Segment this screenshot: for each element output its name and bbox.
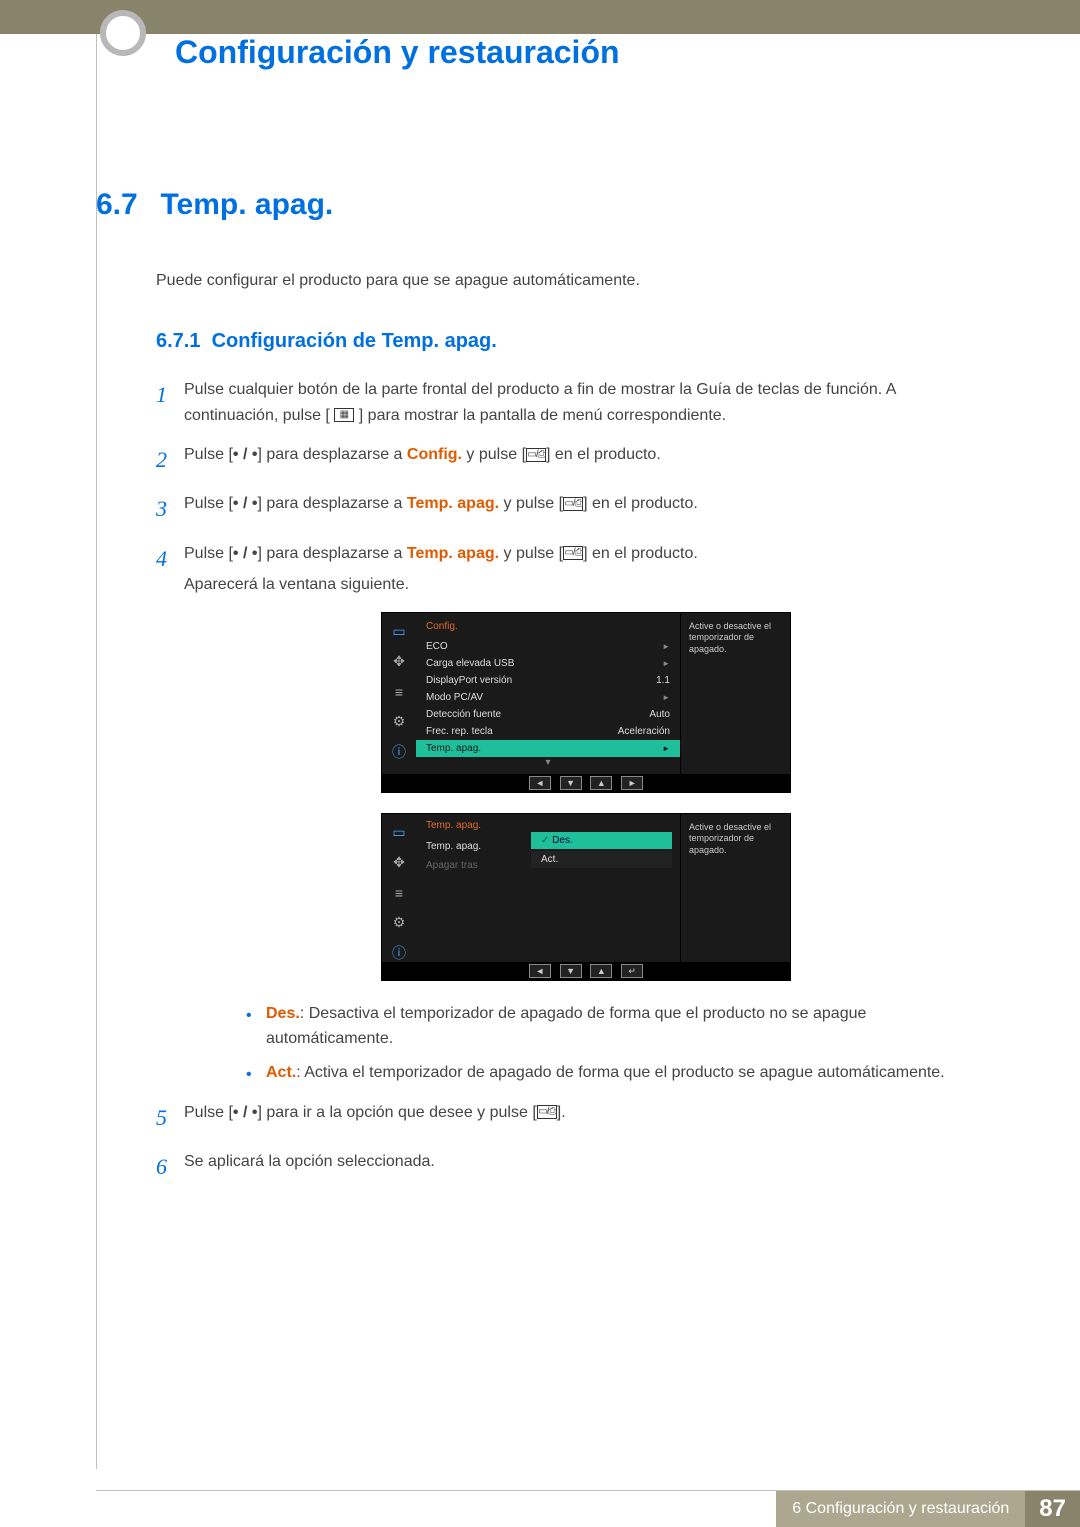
top-bar: [0, 0, 1080, 34]
nav-right-icon: ►: [621, 776, 643, 790]
page-number: 87: [1025, 1491, 1080, 1527]
osd-nav-bar: ◄ ▼ ▲ ↵: [382, 962, 790, 980]
dots-icon: [233, 446, 258, 463]
monitor-icon: ▭: [390, 623, 408, 641]
osd-row: DisplayPort versión1.1: [416, 672, 680, 689]
source-icon: [563, 497, 583, 511]
nav-up-icon: ▲: [590, 964, 612, 978]
osd-row-selected: Temp. apag.►: [416, 740, 680, 757]
info-icon: ⓘ: [390, 944, 408, 962]
section-heading: 6.7 Temp. apag.: [96, 188, 986, 222]
dots-icon: [233, 495, 258, 512]
nav-left-icon: ◄: [529, 964, 551, 978]
bullet-list: Des.: Desactiva el temporizador de apaga…: [246, 1001, 986, 1086]
section-number: 6.7: [96, 188, 156, 222]
list-icon: ≡: [390, 683, 408, 701]
osd-row: Carga elevada USB►: [416, 655, 680, 672]
step-4: 4 Pulse [] para desplazarse a Temp. apag…: [156, 541, 986, 598]
osd-nav-bar: ◄ ▼ ▲ ►: [382, 774, 790, 792]
step-2: 2 Pulse [] para desplazarse a Config. y …: [156, 442, 986, 477]
subsection-title: 6.7.1 Configuración de Temp. apag.: [156, 330, 986, 353]
section-intro: Puede configurar el producto para que se…: [156, 272, 986, 290]
content-area: 6.7 Temp. apag. Puede configurar el prod…: [96, 188, 986, 1198]
step-1: 1 Pulse cualquier botón de la parte fron…: [156, 377, 986, 428]
footer: 6 Configuración y restauración 87: [0, 1491, 1080, 1527]
osd-description: Active o desactive el temporizador de ap…: [680, 814, 790, 962]
section-title: Temp. apag.: [160, 188, 333, 222]
chapter-badge: [100, 10, 146, 56]
subsection: 6.7.1 Configuración de Temp. apag. 1 Pul…: [156, 330, 986, 1184]
menu-icon: [334, 408, 354, 422]
step-5: 5 Pulse [] para ir a la opción que desee…: [156, 1100, 986, 1135]
dots-icon: [233, 1104, 258, 1121]
step-3: 3 Pulse [] para desplazarse a Temp. apag…: [156, 491, 986, 526]
dots-icon: [233, 545, 258, 562]
osd-screenshot-2: ▭ ✥ ≡ ⚙ ⓘ Temp. apag. Temp. apag. Apagar…: [381, 813, 986, 981]
osd-row: Detección fuenteAuto: [416, 706, 680, 723]
osd-row: Frec. rep. teclaAceleración: [416, 723, 680, 740]
steps-list: 1 Pulse cualquier botón de la parte fron…: [156, 377, 986, 1184]
list-icon: ≡: [390, 884, 408, 902]
bullet-item: Des.: Desactiva el temporizador de apaga…: [246, 1001, 986, 1052]
move-icon: ✥: [390, 653, 408, 671]
osd-row: Modo PC/AV►: [416, 689, 680, 706]
source-icon: [526, 448, 546, 462]
osd-sidebar: ▭ ✥ ≡ ⚙ ⓘ: [382, 613, 416, 774]
chapter-title: Configuración y restauración: [175, 34, 620, 71]
gear-icon: ⚙: [390, 914, 408, 932]
osd-menu: Temp. apag. Temp. apag. Apagar tras Des.…: [416, 814, 680, 962]
footer-label: 6 Configuración y restauración: [776, 1491, 1025, 1527]
osd-screenshot-1: ▭ ✥ ≡ ⚙ ⓘ Config. ECO► Carga elevada USB…: [381, 612, 986, 793]
osd-sidebar: ▭ ✥ ≡ ⚙ ⓘ: [382, 814, 416, 962]
nav-left-icon: ◄: [529, 776, 551, 790]
option-selected: Des.: [531, 832, 672, 849]
gear-icon: ⚙: [390, 713, 408, 731]
nav-down-icon: ▼: [560, 776, 582, 790]
source-icon: [537, 1105, 557, 1119]
nav-down-icon: ▼: [560, 964, 582, 978]
osd-description: Active o desactive el temporizador de ap…: [680, 613, 790, 774]
osd-menu: Config. ECO► Carga elevada USB► DisplayP…: [416, 613, 680, 774]
option: Act.: [531, 851, 672, 868]
monitor-icon: ▭: [390, 824, 408, 842]
source-icon: [563, 546, 583, 560]
info-icon: ⓘ: [390, 743, 408, 761]
nav-enter-icon: ↵: [621, 964, 643, 978]
osd-row: ECO►: [416, 638, 680, 655]
move-icon: ✥: [390, 854, 408, 872]
nav-up-icon: ▲: [590, 776, 612, 790]
bullet-item: Act.: Activa el temporizador de apagado …: [246, 1060, 986, 1086]
step-6: 6 Se aplicará la opción seleccionada.: [156, 1149, 986, 1184]
